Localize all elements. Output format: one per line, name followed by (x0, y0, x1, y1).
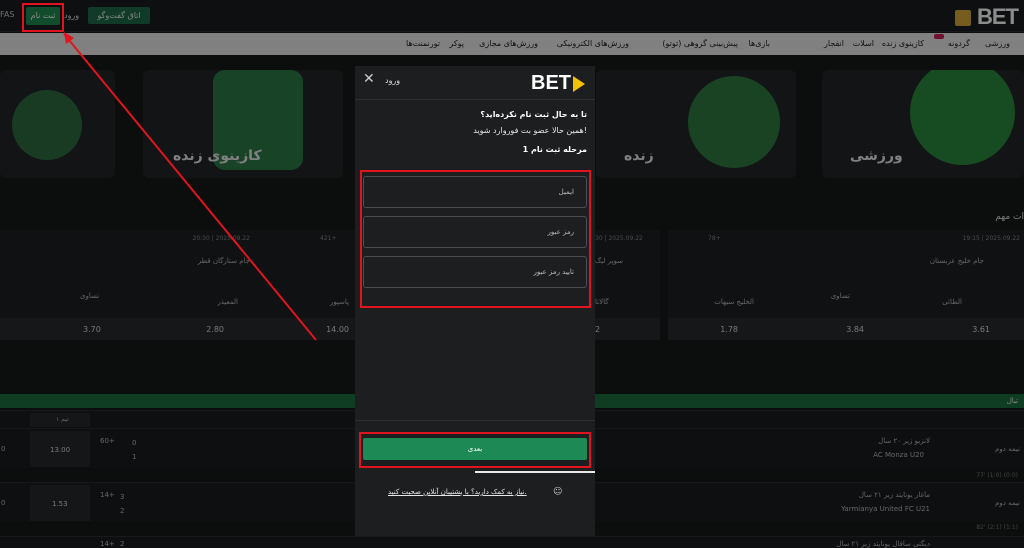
step-progress (475, 471, 595, 473)
modal-header: ✕ ورود BET (355, 66, 595, 100)
highlight-register (22, 3, 64, 32)
modal-divider (355, 420, 595, 421)
highlight-fields (360, 170, 591, 308)
modal-logo-text: BET (531, 72, 571, 94)
support-icon: ☺ (553, 487, 563, 497)
close-icon[interactable]: ✕ (363, 71, 375, 87)
play-icon (573, 75, 585, 92)
register-invite: همین حالا عضو بت فوروارد شوید! (473, 126, 587, 135)
modal-logo: BET (531, 72, 585, 95)
register-question: تا به حال ثبت نام نکرده‌اید؟ (480, 110, 587, 119)
register-step: مرحله ثبت نام 1 (522, 145, 587, 154)
highlight-next (359, 432, 591, 468)
support-link[interactable]: نیاز به کمک دارید؟ با پشتیبان آنلاین صحب… (388, 488, 527, 496)
modal-login-link[interactable]: ورود (385, 76, 400, 85)
